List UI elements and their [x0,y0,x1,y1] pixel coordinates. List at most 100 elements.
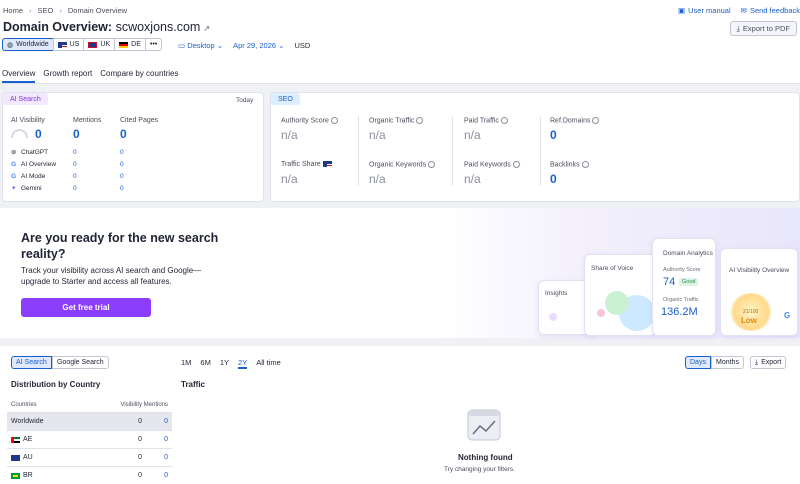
domain-analytics-label: Domain Analytics [663,250,713,257]
ai-visibility-preview-card: AI Visibility Overview 21/100 Low G [720,248,798,336]
divider [452,116,453,186]
distribution-title: Distribution by Country [11,380,101,389]
engine-cited[interactable]: 0 [120,173,124,180]
ref-domains-label: Ref.Domains [550,117,600,124]
info-icon[interactable] [512,161,520,168]
country-mentions[interactable]: 0 [142,418,172,425]
gauge-label: Low [741,316,757,325]
days-button[interactable]: Days [685,356,711,369]
export-pdf-label: Export to PDF [742,24,790,33]
organic-traffic-value: n/a [369,128,386,142]
info-icon[interactable] [592,117,600,124]
months-button[interactable]: Months [711,356,744,369]
monitor-icon: ▭ [178,41,186,50]
traffic-share-value: n/a [281,172,298,186]
insights-label: Insights [545,290,568,297]
country-visibility: 0 [138,472,142,479]
organic-keywords-value: n/a [369,172,386,186]
backlinks-value[interactable]: 0 [550,172,557,186]
ae-flag-icon [11,436,20,443]
mentions-value[interactable]: 0 [73,127,80,141]
title-prefix: Domain Overview: [3,20,113,34]
export-label: Export [761,359,782,366]
book-icon: ▣ [678,6,686,15]
table-row[interactable]: Worldwide 0 0 [7,413,172,431]
period-6m[interactable]: 6M [200,358,210,369]
insights-icon [549,313,557,321]
engine-mentions[interactable]: 0 [73,161,120,168]
country-mentions[interactable]: 0 [142,436,172,443]
db-uk[interactable]: UK [83,38,116,51]
table-row[interactable]: BR 0 0 [7,467,172,484]
period-1m[interactable]: 1M [181,358,191,369]
country-name: AU [23,454,33,461]
db-worldwide-label: Worldwide [16,41,49,48]
us-flag-icon [57,41,67,48]
info-icon[interactable] [581,161,589,168]
empty-state-icon [467,408,501,444]
engine-mentions[interactable]: 0 [73,149,120,156]
chevron-down-icon: ⌄ [216,41,224,50]
period-1y[interactable]: 1Y [220,358,229,369]
toggle-ai-search[interactable]: AI Search [11,356,52,369]
cited-pages-value[interactable]: 0 [120,127,127,141]
user-manual-label: User manual [688,6,731,15]
export-button[interactable]: ⤓ Export [750,356,787,369]
table-row[interactable]: AU 0 0 [7,449,172,467]
country-name: AE [23,436,33,443]
db-de[interactable]: DE [114,38,146,51]
authority-score-label: Authority Score [281,117,338,124]
header-countries: Countries [11,402,37,408]
get-free-trial-button[interactable]: Get free trial [21,298,151,317]
seo-card [270,92,800,202]
ai-search-chip: AI Search [3,93,48,105]
breadcrumb-home[interactable]: Home [3,6,23,15]
traffic-value: 136.2M [661,306,698,318]
authority-label: Authority Score [663,267,701,273]
db-worldwide[interactable]: ◍ Worldwide [2,38,54,51]
mentions-label: Mentions [73,117,102,124]
country-visibility: 0 [138,454,142,461]
us-flag-icon [322,161,332,168]
engine-cited[interactable]: 0 [120,185,124,192]
info-icon[interactable] [416,117,424,124]
breadcrumb-seo[interactable]: SEO [38,6,54,15]
info-icon[interactable] [330,117,338,124]
db-us[interactable]: US [52,38,85,51]
download-icon: ⤓ [755,358,759,366]
engine-cited[interactable]: 0 [120,161,124,168]
user-manual-link[interactable]: ▣ User manual [678,6,731,15]
paid-keywords-text: Paid Keywords [464,161,511,169]
title-domain: scwoxjons.com [115,20,201,34]
toggle-google-search[interactable]: Google Search [52,356,109,369]
db-more-button[interactable]: ••• [144,38,163,51]
engine-mentions[interactable]: 0 [73,173,120,180]
engine-name: AI Overview [21,160,57,168]
info-icon[interactable] [428,161,436,168]
send-feedback-link[interactable]: ✉ Send feedback [741,6,800,15]
send-feedback-label: Send feedback [749,6,800,15]
country-mentions[interactable]: 0 [142,454,172,461]
period-2y[interactable]: 2Y [238,358,248,369]
engine-mentions[interactable]: 0 [73,185,120,192]
date-dropdown[interactable]: Apr 29, 2026 ⌄ [233,41,284,50]
tab-bar: Overview Growth report Compare by countr… [2,69,179,83]
external-link-icon[interactable]: ↗ [203,24,210,33]
device-dropdown[interactable]: ▭ Desktop ⌄ [178,41,223,50]
country-mentions[interactable]: 0 [142,472,172,479]
tab-overview[interactable]: Overview [2,69,36,83]
google-icon: G [11,172,17,180]
tab-compare-countries[interactable]: Compare by countries [100,69,178,83]
table-row[interactable]: AE 0 0 [7,431,172,449]
engine-cited[interactable]: 0 [120,149,124,156]
ref-domains-value[interactable]: 0 [550,128,557,142]
backlinks-label: Backlinks [550,161,589,168]
period-all-time[interactable]: All time [256,358,281,369]
info-icon[interactable] [500,117,508,124]
share-of-voice-label: Share of Voice [591,265,634,272]
engine-row-chatgpt: ⊛ ChatGPT 0 0 [11,146,131,158]
export-pdf-button[interactable]: ⤓ Export to PDF [729,21,797,36]
ai-visibility-overview-label: AI Visibility Overview [729,267,790,274]
tab-growth-report[interactable]: Growth report [43,69,92,83]
chevron-right-icon: › [29,6,32,15]
